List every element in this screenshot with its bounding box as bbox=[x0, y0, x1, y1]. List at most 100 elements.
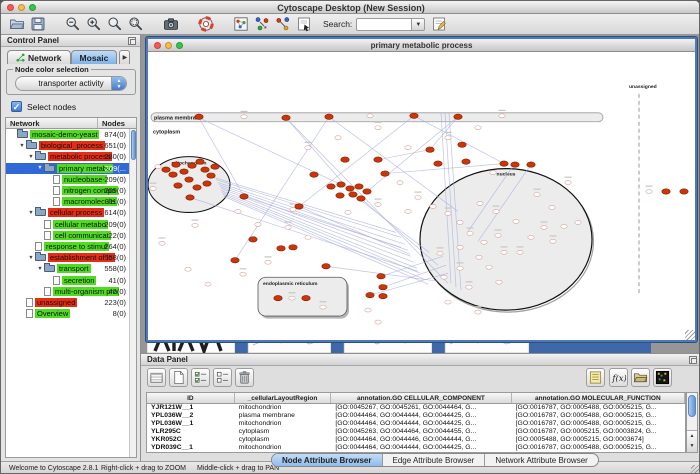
graph-node-highlighted[interactable] bbox=[174, 183, 182, 188]
graph-node[interactable] bbox=[477, 201, 483, 205]
graph-node[interactable] bbox=[155, 165, 161, 169]
graph-node-highlighted[interactable] bbox=[341, 157, 349, 162]
save-session-icon[interactable] bbox=[28, 15, 47, 34]
graph-node[interactable] bbox=[486, 265, 492, 269]
graph-node[interactable] bbox=[475, 126, 481, 130]
expand-arrow-icon[interactable]: ▼ bbox=[27, 154, 35, 160]
table-scrollbar[interactable]: ▲▼ bbox=[686, 392, 698, 453]
graph-node-highlighted[interactable] bbox=[282, 115, 290, 120]
nodes-column-header[interactable]: Nodes bbox=[98, 118, 136, 128]
expand-arrow-icon[interactable]: ▼ bbox=[27, 255, 35, 261]
graph-node-highlighted[interactable] bbox=[195, 114, 203, 119]
graph-node-highlighted[interactable] bbox=[454, 114, 462, 119]
zoom-fit-icon[interactable] bbox=[105, 15, 124, 34]
graph-node[interactable] bbox=[541, 225, 547, 229]
graph-node[interactable] bbox=[150, 187, 156, 191]
graph-node-highlighted[interactable] bbox=[379, 293, 387, 298]
graph-node-highlighted[interactable] bbox=[249, 237, 257, 242]
graph-node-highlighted[interactable] bbox=[381, 171, 389, 176]
open-session-icon[interactable] bbox=[7, 15, 26, 34]
table-row[interactable]: YDR039C__1mitochondrion[GO:0044464, GO:0… bbox=[147, 444, 685, 452]
graph-node-highlighted[interactable] bbox=[511, 162, 519, 167]
graph-node-highlighted[interactable] bbox=[349, 192, 357, 197]
graph-node[interactable] bbox=[375, 126, 381, 130]
graph-node[interactable] bbox=[490, 171, 496, 175]
graph-node[interactable] bbox=[397, 181, 403, 185]
graph-node-highlighted[interactable] bbox=[277, 246, 285, 251]
graph-node[interactable] bbox=[476, 255, 482, 259]
tree-row[interactable]: nitrogen compo209(0) bbox=[6, 185, 136, 196]
graph-node[interactable] bbox=[528, 235, 534, 239]
graph-node-highlighted[interactable] bbox=[337, 182, 345, 187]
expand-arrow-icon[interactable]: ▼ bbox=[36, 165, 44, 171]
graph-node-highlighted[interactable] bbox=[680, 189, 688, 194]
column-header[interactable]: annotation.GO CELLULAR_COMPONENT bbox=[331, 393, 511, 403]
table-row[interactable]: YKR052Ccytoplasm[GO:0044464, GO:0044446,… bbox=[147, 436, 685, 444]
tree-row[interactable]: nucleobase-209(0) bbox=[6, 174, 136, 185]
tree-row[interactable]: multi-organism pro42(0) bbox=[6, 286, 136, 297]
graph-node-highlighted[interactable] bbox=[336, 193, 344, 198]
graph-node-highlighted[interactable] bbox=[188, 163, 196, 168]
tree-row[interactable]: response to stimul264(0) bbox=[6, 241, 136, 252]
column-header[interactable]: annotation.GO MOLECULAR_FUNCTION bbox=[512, 393, 685, 403]
snapshot-icon[interactable] bbox=[161, 15, 180, 34]
tree-row[interactable]: mosaic-demo-yeast874(0) bbox=[6, 129, 136, 140]
graph-node[interactable] bbox=[185, 267, 191, 271]
graph-node[interactable] bbox=[441, 275, 447, 279]
network-canvas[interactable]: plasma membranecytoplasmmitochondrionnuc… bbox=[148, 52, 695, 340]
graph-node[interactable] bbox=[445, 136, 451, 140]
graph-node-highlighted[interactable] bbox=[374, 157, 382, 162]
graph-node-highlighted[interactable] bbox=[295, 204, 303, 209]
help-icon[interactable] bbox=[196, 15, 215, 34]
attribute-matrix-icon[interactable] bbox=[653, 368, 672, 387]
tree-row[interactable]: ▼transport558(0) bbox=[6, 263, 136, 274]
graph-node-highlighted[interactable] bbox=[203, 181, 211, 186]
graph-node[interactable] bbox=[457, 220, 463, 224]
undock-icon[interactable] bbox=[128, 37, 136, 45]
graph-node[interactable] bbox=[405, 209, 411, 213]
graph-node[interactable] bbox=[430, 204, 436, 208]
expand-arrow-icon[interactable]: ▼ bbox=[27, 210, 35, 216]
graph-node[interactable] bbox=[437, 251, 443, 255]
tree-row[interactable]: ▼biological_process651(0) bbox=[6, 140, 136, 151]
table-row[interactable]: YPL036W__1mitochondrion[GO:0044464, GO:0… bbox=[147, 420, 685, 428]
graph-node[interactable] bbox=[575, 220, 581, 224]
network-overview-icon[interactable] bbox=[231, 15, 250, 34]
graph-node[interactable] bbox=[375, 320, 381, 324]
graph-node[interactable] bbox=[457, 245, 463, 249]
tab-node-attribute-browser[interactable]: Node Attribute Browser bbox=[272, 454, 383, 466]
window-titlebar[interactable]: Cytoscape Desktop (New Session) bbox=[1, 1, 700, 14]
graph-node[interactable] bbox=[550, 239, 556, 243]
tree-row[interactable]: ▼cellular process614(0) bbox=[6, 207, 136, 218]
tree-row[interactable]: macromolecule311(0) bbox=[6, 196, 136, 207]
network-column-header[interactable]: Network bbox=[6, 118, 98, 128]
function-builder-icon[interactable]: f(x) bbox=[609, 368, 628, 387]
app-resize-grip[interactable] bbox=[691, 465, 700, 474]
graph-node-highlighted[interactable] bbox=[426, 147, 434, 152]
graph-node[interactable] bbox=[265, 260, 271, 264]
tree-scrollbar-thumb[interactable] bbox=[131, 130, 136, 160]
tree-row[interactable]: ▼primary metabo209(... bbox=[6, 163, 136, 174]
graph-node[interactable] bbox=[445, 211, 451, 215]
layout-edges-icon[interactable] bbox=[273, 15, 292, 34]
graph-node[interactable] bbox=[467, 231, 473, 235]
graph-node[interactable] bbox=[475, 310, 481, 314]
graph-node[interactable] bbox=[205, 282, 211, 286]
tree-row[interactable]: ▼metabolic process280(0) bbox=[6, 151, 136, 162]
graph-node[interactable] bbox=[499, 114, 505, 118]
delete-attribute-icon[interactable] bbox=[235, 368, 254, 387]
graph-node[interactable] bbox=[255, 222, 261, 226]
unselect-attributes-icon[interactable] bbox=[213, 368, 232, 387]
tab-network[interactable]: Network bbox=[7, 50, 71, 64]
graph-node-highlighted[interactable] bbox=[185, 177, 193, 182]
graph-node-highlighted[interactable] bbox=[186, 195, 194, 200]
graph-node[interactable] bbox=[405, 146, 411, 150]
graph-node[interactable] bbox=[513, 219, 519, 223]
graph-node[interactable] bbox=[415, 196, 421, 200]
graph-node[interactable] bbox=[495, 233, 501, 237]
table-scrollbar-thumb[interactable] bbox=[688, 395, 696, 417]
graph-node[interactable] bbox=[445, 300, 451, 304]
graph-node[interactable] bbox=[466, 285, 472, 289]
graph-node[interactable] bbox=[235, 209, 241, 213]
tab-overflow-button[interactable]: ▶ bbox=[119, 50, 130, 64]
